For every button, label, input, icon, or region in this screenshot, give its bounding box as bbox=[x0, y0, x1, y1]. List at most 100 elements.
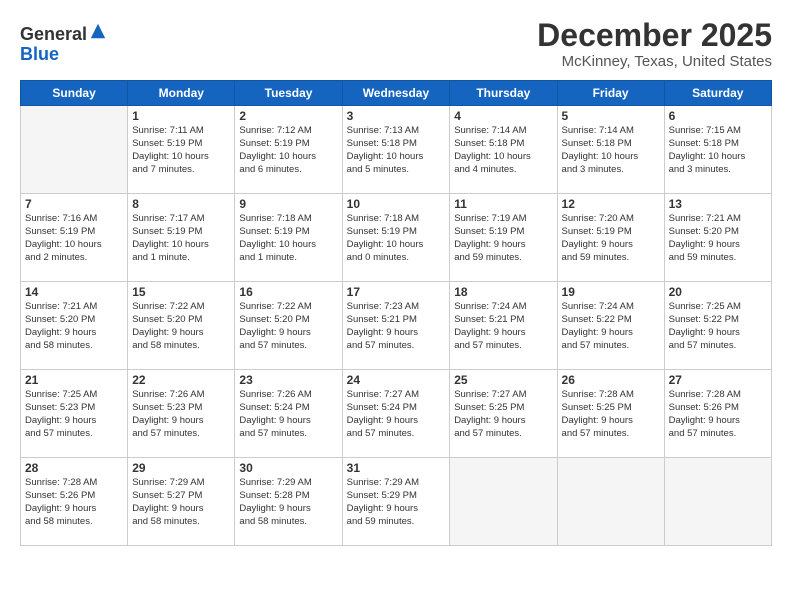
table-row: 30 Sunrise: 7:29 AM Sunset: 5:28 PM Dayli… bbox=[235, 458, 342, 546]
day-number: 29 bbox=[132, 461, 230, 475]
day-number: 20 bbox=[669, 285, 767, 299]
day-info: Sunrise: 7:24 AM Sunset: 5:21 PM Dayligh… bbox=[454, 301, 552, 352]
col-saturday: Saturday bbox=[664, 81, 771, 106]
table-row: 5Sunrise: 7:14 AM Sunset: 5:18 PM Daylig… bbox=[557, 106, 664, 194]
table-row: 2 Sunrise: 7:12 AM Sunset: 5:19 PM Daylig… bbox=[235, 106, 342, 194]
col-sunday: Sunday bbox=[21, 81, 128, 106]
page: General Blue December 2025 McKinney, Tex… bbox=[0, 0, 792, 612]
day-number: 2 bbox=[239, 109, 337, 123]
day-info: Sunrise: 7:23 AM Sunset: 5:21 PM Dayligh… bbox=[347, 301, 446, 352]
day-number: 8 bbox=[132, 197, 230, 211]
logo-general-text: General bbox=[20, 24, 87, 44]
day-info: Sunrise: 7:21 AM Sunset: 5:20 PM Dayligh… bbox=[25, 301, 123, 352]
table-row: 25 Sunrise: 7:27 AM Sunset: 5:25 PM Dayli… bbox=[450, 370, 557, 458]
day-number: 5 bbox=[562, 109, 660, 123]
day-number: 16 bbox=[239, 285, 337, 299]
day-number: 4 bbox=[454, 109, 552, 123]
col-wednesday: Wednesday bbox=[342, 81, 450, 106]
day-info: Sunrise: 7:24 AM Sunset: 5:22 PM Dayligh… bbox=[562, 301, 660, 352]
table-row: 17 Sunrise: 7:23 AM Sunset: 5:21 PM Dayli… bbox=[342, 282, 450, 370]
table-row: 7 Sunrise: 7:16 AM Sunset: 5:19 PM Daylig… bbox=[21, 194, 128, 282]
day-info: Sunrise: 7:22 AM Sunset: 5:20 PM Dayligh… bbox=[239, 301, 337, 352]
day-number: 13 bbox=[669, 197, 767, 211]
day-info: Sunrise: 7:29 AM Sunset: 5:29 PM Dayligh… bbox=[347, 477, 446, 528]
table-row: 24 Sunrise: 7:27 AM Sunset: 5:24 PM Dayli… bbox=[342, 370, 450, 458]
col-friday: Friday bbox=[557, 81, 664, 106]
table-row: 23 Sunrise: 7:26 AM Sunset: 5:24 PM Dayli… bbox=[235, 370, 342, 458]
calendar-week-row: 7 Sunrise: 7:16 AM Sunset: 5:19 PM Daylig… bbox=[21, 194, 772, 282]
table-row: 16 Sunrise: 7:22 AM Sunset: 5:20 PM Dayli… bbox=[235, 282, 342, 370]
col-monday: Monday bbox=[128, 81, 235, 106]
table-row: 28 Sunrise: 7:28 AM Sunset: 5:26 PM Dayli… bbox=[21, 458, 128, 546]
table-row: 1Sunrise: 7:11 AM Sunset: 5:19 PM Daylig… bbox=[128, 106, 235, 194]
table-row: 18 Sunrise: 7:24 AM Sunset: 5:21 PM Dayli… bbox=[450, 282, 557, 370]
day-info: Sunrise: 7:20 AM Sunset: 5:19 PM Dayligh… bbox=[562, 213, 660, 264]
day-number: 10 bbox=[347, 197, 446, 211]
day-number: 14 bbox=[25, 285, 123, 299]
logo-icon bbox=[89, 22, 107, 40]
day-info: Sunrise: 7:25 AM Sunset: 5:22 PM Dayligh… bbox=[669, 301, 767, 352]
day-info: Sunrise: 7:16 AM Sunset: 5:19 PM Dayligh… bbox=[25, 213, 123, 264]
day-info: Sunrise: 7:17 AM Sunset: 5:19 PM Dayligh… bbox=[132, 213, 230, 264]
day-info: Sunrise: 7:28 AM Sunset: 5:26 PM Dayligh… bbox=[25, 477, 123, 528]
table-row bbox=[664, 458, 771, 546]
table-row: 15Sunrise: 7:22 AM Sunset: 5:20 PM Dayli… bbox=[128, 282, 235, 370]
day-info: Sunrise: 7:13 AM Sunset: 5:18 PM Dayligh… bbox=[347, 125, 446, 176]
table-row bbox=[450, 458, 557, 546]
day-info: Sunrise: 7:26 AM Sunset: 5:24 PM Dayligh… bbox=[239, 389, 337, 440]
day-info: Sunrise: 7:26 AM Sunset: 5:23 PM Dayligh… bbox=[132, 389, 230, 440]
calendar-week-row: 14 Sunrise: 7:21 AM Sunset: 5:20 PM Dayli… bbox=[21, 282, 772, 370]
day-number: 18 bbox=[454, 285, 552, 299]
day-info: Sunrise: 7:29 AM Sunset: 5:27 PM Dayligh… bbox=[132, 477, 230, 528]
day-number: 6 bbox=[669, 109, 767, 123]
day-number: 21 bbox=[25, 373, 123, 387]
calendar-week-row: 28 Sunrise: 7:28 AM Sunset: 5:26 PM Dayli… bbox=[21, 458, 772, 546]
day-number: 15 bbox=[132, 285, 230, 299]
day-info: Sunrise: 7:28 AM Sunset: 5:25 PM Dayligh… bbox=[562, 389, 660, 440]
table-row: 31Sunrise: 7:29 AM Sunset: 5:29 PM Dayli… bbox=[342, 458, 450, 546]
table-row: 3 Sunrise: 7:13 AM Sunset: 5:18 PM Daylig… bbox=[342, 106, 450, 194]
table-row: 27Sunrise: 7:28 AM Sunset: 5:26 PM Dayli… bbox=[664, 370, 771, 458]
table-row: 10Sunrise: 7:18 AM Sunset: 5:19 PM Dayli… bbox=[342, 194, 450, 282]
day-number: 26 bbox=[562, 373, 660, 387]
col-thursday: Thursday bbox=[450, 81, 557, 106]
location: McKinney, Texas, United States bbox=[537, 53, 772, 70]
table-row: 11 Sunrise: 7:19 AM Sunset: 5:19 PM Dayli… bbox=[450, 194, 557, 282]
day-number: 22 bbox=[132, 373, 230, 387]
table-row: 13Sunrise: 7:21 AM Sunset: 5:20 PM Dayli… bbox=[664, 194, 771, 282]
table-row: 20 Sunrise: 7:25 AM Sunset: 5:22 PM Dayli… bbox=[664, 282, 771, 370]
day-number: 3 bbox=[347, 109, 446, 123]
day-info: Sunrise: 7:11 AM Sunset: 5:19 PM Dayligh… bbox=[132, 125, 230, 176]
header: General Blue December 2025 McKinney, Tex… bbox=[20, 18, 772, 70]
day-number: 17 bbox=[347, 285, 446, 299]
day-number: 11 bbox=[454, 197, 552, 211]
table-row bbox=[557, 458, 664, 546]
day-number: 24 bbox=[347, 373, 446, 387]
day-number: 28 bbox=[25, 461, 123, 475]
day-number: 25 bbox=[454, 373, 552, 387]
table-row: 14 Sunrise: 7:21 AM Sunset: 5:20 PM Dayli… bbox=[21, 282, 128, 370]
calendar-week-row: 1Sunrise: 7:11 AM Sunset: 5:19 PM Daylig… bbox=[21, 106, 772, 194]
calendar-header-row: Sunday Monday Tuesday Wednesday Thursday… bbox=[21, 81, 772, 106]
table-row: 6 Sunrise: 7:15 AM Sunset: 5:18 PM Daylig… bbox=[664, 106, 771, 194]
day-number: 7 bbox=[25, 197, 123, 211]
logo: General Blue bbox=[20, 22, 107, 65]
table-row: 9Sunrise: 7:18 AM Sunset: 5:19 PM Daylig… bbox=[235, 194, 342, 282]
day-number: 30 bbox=[239, 461, 337, 475]
day-number: 23 bbox=[239, 373, 337, 387]
calendar-table: Sunday Monday Tuesday Wednesday Thursday… bbox=[20, 80, 772, 546]
day-info: Sunrise: 7:27 AM Sunset: 5:24 PM Dayligh… bbox=[347, 389, 446, 440]
day-info: Sunrise: 7:12 AM Sunset: 5:19 PM Dayligh… bbox=[239, 125, 337, 176]
day-info: Sunrise: 7:29 AM Sunset: 5:28 PM Dayligh… bbox=[239, 477, 337, 528]
day-info: Sunrise: 7:19 AM Sunset: 5:19 PM Dayligh… bbox=[454, 213, 552, 264]
day-info: Sunrise: 7:27 AM Sunset: 5:25 PM Dayligh… bbox=[454, 389, 552, 440]
day-info: Sunrise: 7:15 AM Sunset: 5:18 PM Dayligh… bbox=[669, 125, 767, 176]
table-row: 29 Sunrise: 7:29 AM Sunset: 5:27 PM Dayli… bbox=[128, 458, 235, 546]
day-number: 19 bbox=[562, 285, 660, 299]
table-row: 8 Sunrise: 7:17 AM Sunset: 5:19 PM Daylig… bbox=[128, 194, 235, 282]
logo-blue-text: Blue bbox=[20, 44, 59, 64]
table-row: 21Sunrise: 7:25 AM Sunset: 5:23 PM Dayli… bbox=[21, 370, 128, 458]
table-row: 4Sunrise: 7:14 AM Sunset: 5:18 PM Daylig… bbox=[450, 106, 557, 194]
day-info: Sunrise: 7:18 AM Sunset: 5:19 PM Dayligh… bbox=[239, 213, 337, 264]
month-title: December 2025 bbox=[537, 18, 772, 53]
